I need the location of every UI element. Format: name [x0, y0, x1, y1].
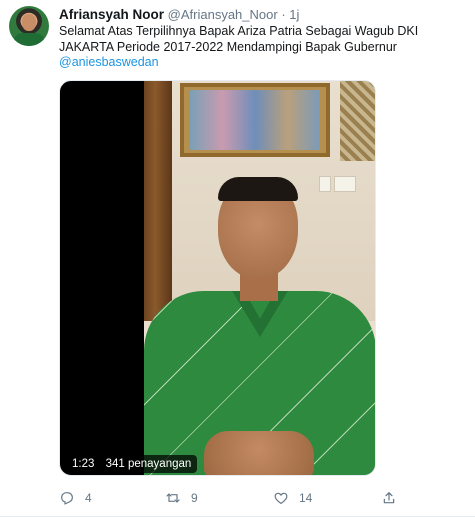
share-button[interactable] — [381, 489, 397, 507]
wall-tapestry — [340, 81, 375, 161]
avatar[interactable] — [9, 6, 49, 46]
tweet-timestamp[interactable]: 1j — [289, 7, 299, 22]
tweet-header: Afriansyah Noor @Afriansyah_Noor · 1j — [59, 7, 299, 23]
video-player[interactable]: 1:23 341 penayangan — [59, 80, 376, 476]
reply-icon — [61, 492, 73, 505]
avatar-face — [22, 14, 36, 31]
video-info-badge: 1:23 341 penayangan — [66, 455, 198, 473]
reply-button[interactable]: 4 — [59, 489, 92, 507]
display-name[interactable]: Afriansyah Noor — [59, 7, 164, 22]
tweet-body: Selamat Atas Terpilihnya Bapak Ariza Pat… — [59, 24, 419, 54]
avatar-shirt — [13, 33, 45, 46]
reply-count: 4 — [85, 491, 92, 505]
video-duration: 1:23 — [72, 458, 95, 470]
retweet-icon — [166, 493, 180, 503]
view-count: 341 penayangan — [105, 458, 192, 470]
retweet-button[interactable]: 9 — [165, 489, 198, 507]
retweet-count: 9 — [191, 491, 198, 505]
mention-link[interactable]: @aniesbaswedan — [59, 55, 464, 71]
like-button[interactable]: 14 — [273, 489, 312, 507]
person-hair — [218, 177, 298, 201]
tweet[interactable]: Afriansyah Noor @Afriansyah_Noor · 1j Se… — [0, 0, 475, 517]
video-frame[interactable] — [144, 81, 375, 475]
light-switch-small — [319, 176, 331, 192]
framed-picture — [180, 83, 330, 157]
wooden-door — [144, 81, 172, 321]
user-handle[interactable]: @Afriansyah_Noor — [168, 7, 278, 22]
light-switch — [334, 176, 356, 192]
heart-icon — [274, 492, 288, 504]
like-count: 14 — [299, 491, 313, 505]
share-icon — [383, 492, 395, 504]
separator-dot: · — [281, 7, 286, 22]
tweet-text: Selamat Atas Terpilihnya Bapak Ariza Pat… — [59, 24, 464, 71]
person-hands — [204, 431, 314, 475]
